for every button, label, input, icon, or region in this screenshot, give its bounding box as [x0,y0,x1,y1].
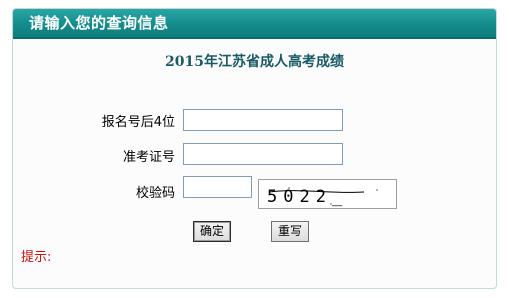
confirm-button[interactable]: 确定 [193,221,231,242]
captcha-input[interactable] [183,176,252,198]
admission-number-input[interactable] [183,143,343,165]
hint-label: 提示: [21,250,52,265]
reg-number-label: 报名号后4位 [101,115,175,130]
panel-header: 请输入您的查询信息 [13,9,496,39]
admission-number-label: 准考证号 [122,150,175,165]
captcha-text: 5022_ [267,187,348,207]
captcha-graphic: 5022_ [267,187,378,207]
captcha-image[interactable]: 5022_ [258,179,397,209]
panel-header-title: 请输入您的查询信息 [29,14,169,32]
captcha-label: 校验码 [135,186,175,201]
reg-number-input[interactable] [183,109,343,131]
page-title: 2015年江苏省成人高考成绩 [165,54,344,70]
query-panel: 请输入您的查询信息 2015年江苏省成人高考成绩 报名号后4位 准考证号 校验码… [12,8,497,289]
reset-button[interactable]: 重写 [271,221,309,242]
